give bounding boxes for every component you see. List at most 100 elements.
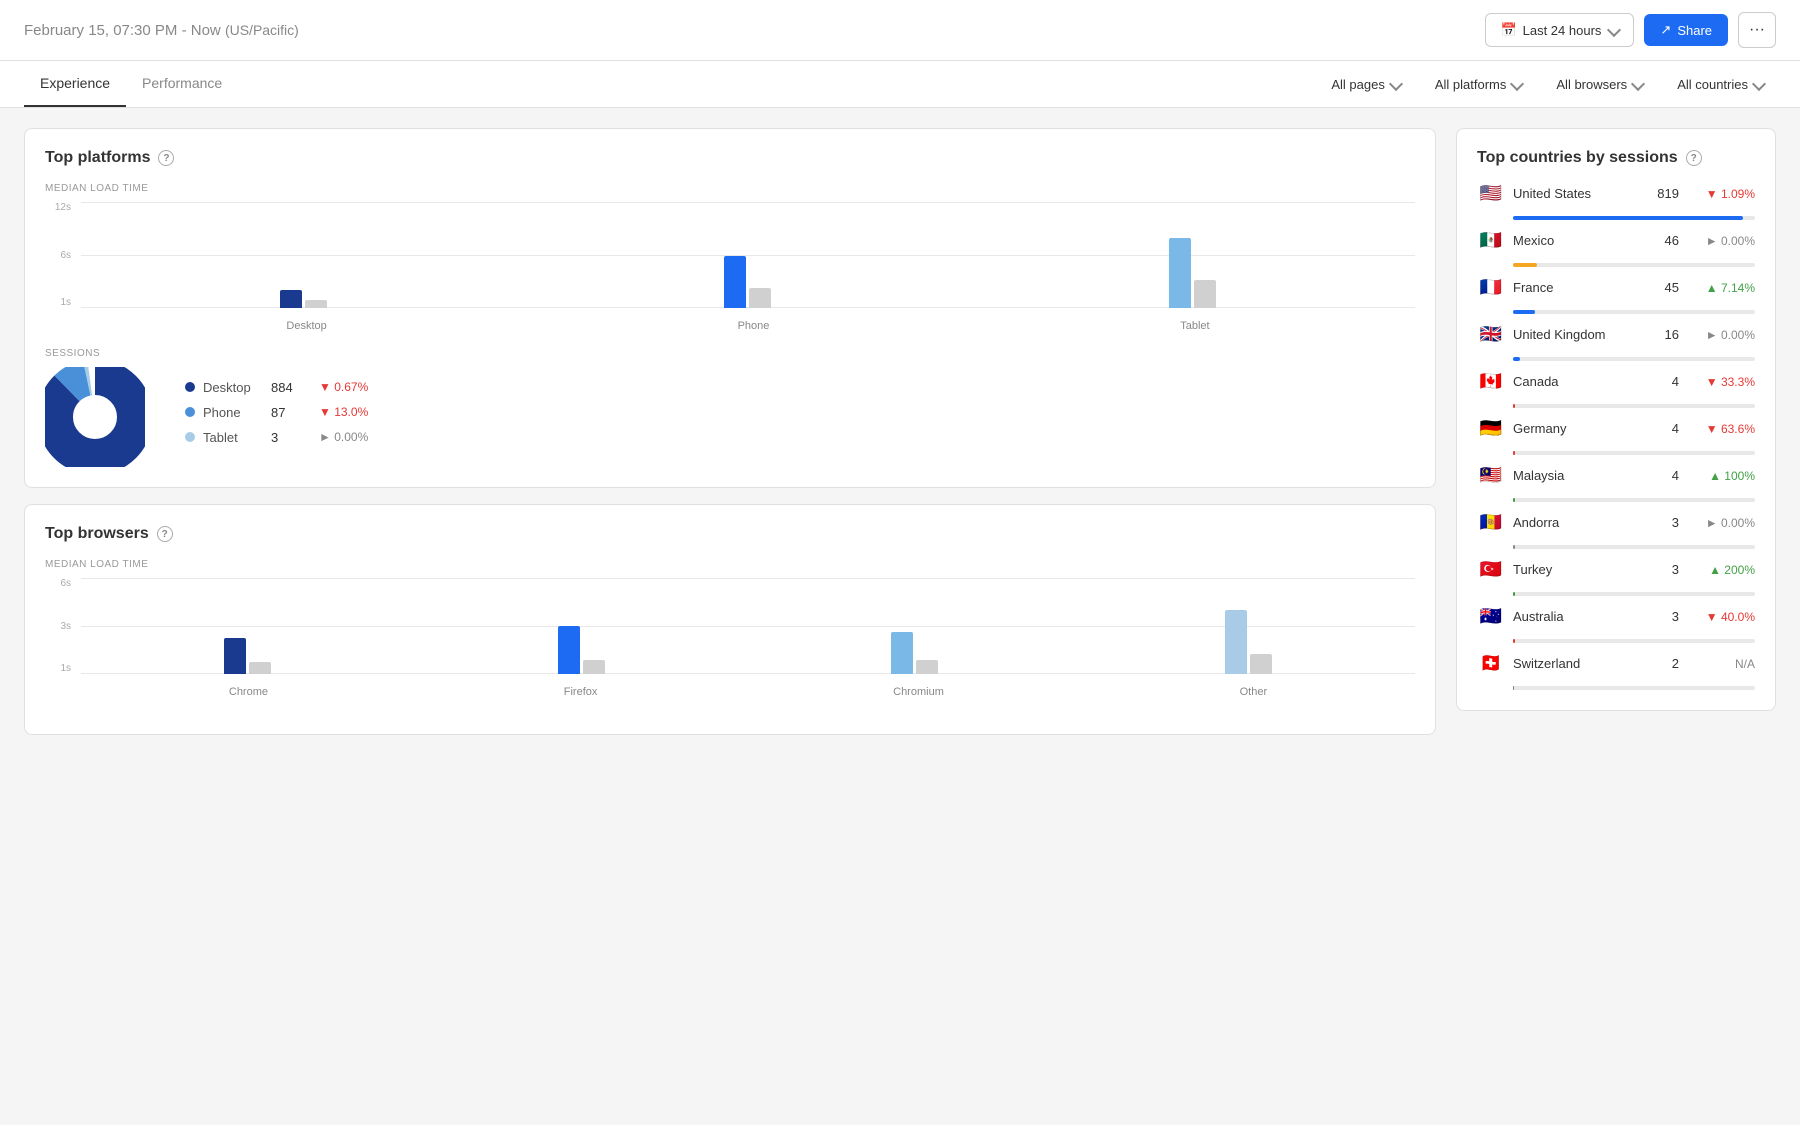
legend-phone: Phone 87 ▼ 13.0% (185, 405, 368, 420)
legend-count-tablet: 3 (271, 430, 311, 445)
country-count-uk: 16 (1655, 327, 1679, 342)
country-ch: 🇨🇭 Switzerland 2 N/A (1477, 653, 1755, 690)
browsers-bar-chart: 6s 3s 1s (45, 578, 1415, 698)
legend-dot-phone (185, 407, 195, 417)
chromium-secondary-bar (916, 660, 938, 674)
country-count-mx: 46 (1655, 233, 1679, 248)
filter-browsers[interactable]: All browsers (1544, 69, 1655, 100)
country-ca: 🇨🇦 Canada 4 ▼ 33.3% (1477, 371, 1755, 408)
x-label-chromium: Chromium (893, 686, 944, 698)
country-count-ch: 2 (1655, 656, 1679, 671)
phone-bar-group (724, 256, 771, 308)
country-name-tr: Turkey (1513, 562, 1647, 577)
flag-de: 🇩🇪 (1477, 418, 1505, 439)
country-count-tr: 3 (1655, 562, 1679, 577)
top-platforms-card: Top platforms ? MEDIAN LOAD TIME 12s 6s … (24, 128, 1436, 488)
top-bar: February 15, 07:30 PM - Now (US/Pacific)… (0, 0, 1800, 61)
chromium-primary-bar (891, 632, 913, 674)
top-platforms-title-text: Top platforms (45, 149, 150, 167)
share-label: Share (1677, 23, 1712, 38)
tablet-secondary-bar (1194, 280, 1216, 308)
sessions-label: SESSIONS (45, 348, 1415, 359)
browsers-help-icon[interactable]: ? (157, 526, 173, 542)
country-my: 🇲🇾 Malaysia 4 ▲ 100% (1477, 465, 1755, 502)
x-label-tablet: Tablet (1180, 320, 1209, 332)
country-name-au: Australia (1513, 609, 1647, 624)
country-mx: 🇲🇽 Mexico 46 ► 0.00% (1477, 230, 1755, 267)
country-change-uk: ► 0.00% (1695, 328, 1755, 342)
platforms-bars (81, 202, 1415, 308)
legend-label-desktop: Desktop (203, 380, 263, 395)
chrome-bar-group (224, 638, 271, 674)
filter-pages[interactable]: All pages (1319, 69, 1412, 100)
platforms-x-labels: Desktop Phone Tablet (81, 320, 1415, 332)
country-row-fr: 🇫🇷 France 45 ▲ 7.14% (1477, 277, 1755, 298)
filter-platforms[interactable]: All platforms (1423, 69, 1535, 100)
x-label-phone: Phone (738, 320, 770, 332)
datetime-range: February 15, 07:30 PM - Now (US/Pacific) (24, 22, 299, 39)
flag-uk: 🇬🇧 (1477, 324, 1505, 345)
country-change-fr: ▲ 7.14% (1695, 281, 1755, 295)
y-label-1s: 1s (60, 297, 71, 308)
other-primary-bar (1225, 610, 1247, 674)
flag-fr: 🇫🇷 (1477, 277, 1505, 298)
flag-ch: 🇨🇭 (1477, 653, 1505, 674)
filter-countries[interactable]: All countries (1665, 69, 1776, 100)
legend-count-desktop: 884 (271, 380, 311, 395)
country-row-de: 🇩🇪 Germany 4 ▼ 63.6% (1477, 418, 1755, 439)
chrome-primary-bar (224, 638, 246, 674)
country-name-ad: Andorra (1513, 515, 1647, 530)
country-count-my: 4 (1655, 468, 1679, 483)
chrome-secondary-bar (249, 662, 271, 674)
platforms-help-icon[interactable]: ? (158, 150, 174, 166)
legend-count-phone: 87 (271, 405, 311, 420)
x-label-desktop: Desktop (286, 320, 326, 332)
median-load-label: MEDIAN LOAD TIME (45, 183, 1415, 194)
main-content: Top platforms ? MEDIAN LOAD TIME 12s 6s … (0, 108, 1800, 755)
legend-change-phone: ▼ 13.0% (319, 405, 368, 419)
country-fr: 🇫🇷 France 45 ▲ 7.14% (1477, 277, 1755, 314)
y-label-12s: 12s (55, 202, 71, 213)
country-row-us: 🇺🇸 United States 819 ▼ 1.09% (1477, 183, 1755, 204)
country-row-ad: 🇦🇩 Andorra 3 ► 0.00% (1477, 512, 1755, 533)
browsers-y-label-1s: 1s (60, 663, 71, 674)
other-bar-group (1225, 610, 1272, 674)
legend-dot-desktop (185, 382, 195, 392)
country-name-us: United States (1513, 186, 1647, 201)
share-button[interactable]: ↗ Share (1644, 14, 1728, 46)
country-name-uk: United Kingdom (1513, 327, 1647, 342)
more-button[interactable]: ··· (1738, 12, 1776, 48)
country-name-ch: Switzerland (1513, 656, 1647, 671)
top-countries-title: Top countries by sessions ? (1477, 149, 1755, 167)
top-browsers-title-text: Top browsers (45, 525, 149, 543)
desktop-secondary-bar (305, 300, 327, 308)
legend-change-desktop: ▼ 0.67% (319, 380, 368, 394)
flag-my: 🇲🇾 (1477, 465, 1505, 486)
country-us: 🇺🇸 United States 819 ▼ 1.09% (1477, 183, 1755, 220)
country-row-uk: 🇬🇧 United Kingdom 16 ► 0.00% (1477, 324, 1755, 345)
countries-help-icon[interactable]: ? (1686, 150, 1702, 166)
top-browsers-title: Top browsers ? (45, 525, 1415, 543)
desktop-bar-group (280, 290, 327, 308)
country-name-my: Malaysia (1513, 468, 1647, 483)
country-change-ca: ▼ 33.3% (1695, 375, 1755, 389)
country-change-ch: N/A (1695, 657, 1755, 671)
country-ad: 🇦🇩 Andorra 3 ► 0.00% (1477, 512, 1755, 549)
tab-performance[interactable]: Performance (126, 61, 238, 107)
time-range-button[interactable]: 📅 Last 24 hours (1485, 13, 1634, 47)
datetime-text: February 15, 07:30 PM - Now (24, 22, 221, 39)
country-change-de: ▼ 63.6% (1695, 422, 1755, 436)
country-name-mx: Mexico (1513, 233, 1647, 248)
nav-bar: Experience Performance All pages All pla… (0, 61, 1800, 108)
legend-label-phone: Phone (203, 405, 263, 420)
tablet-bar-group (1169, 238, 1216, 308)
country-de: 🇩🇪 Germany 4 ▼ 63.6% (1477, 418, 1755, 455)
country-row-au: 🇦🇺 Australia 3 ▼ 40.0% (1477, 606, 1755, 627)
tab-experience[interactable]: Experience (24, 61, 126, 107)
country-row-mx: 🇲🇽 Mexico 46 ► 0.00% (1477, 230, 1755, 251)
chevron-pages-icon (1389, 77, 1403, 91)
flag-ad: 🇦🇩 (1477, 512, 1505, 533)
legend-dot-tablet (185, 432, 195, 442)
y-label-6s: 6s (60, 250, 71, 261)
sessions-section: Desktop 884 ▼ 0.67% Phone 87 ▼ 13.0% Tab… (45, 367, 1415, 467)
